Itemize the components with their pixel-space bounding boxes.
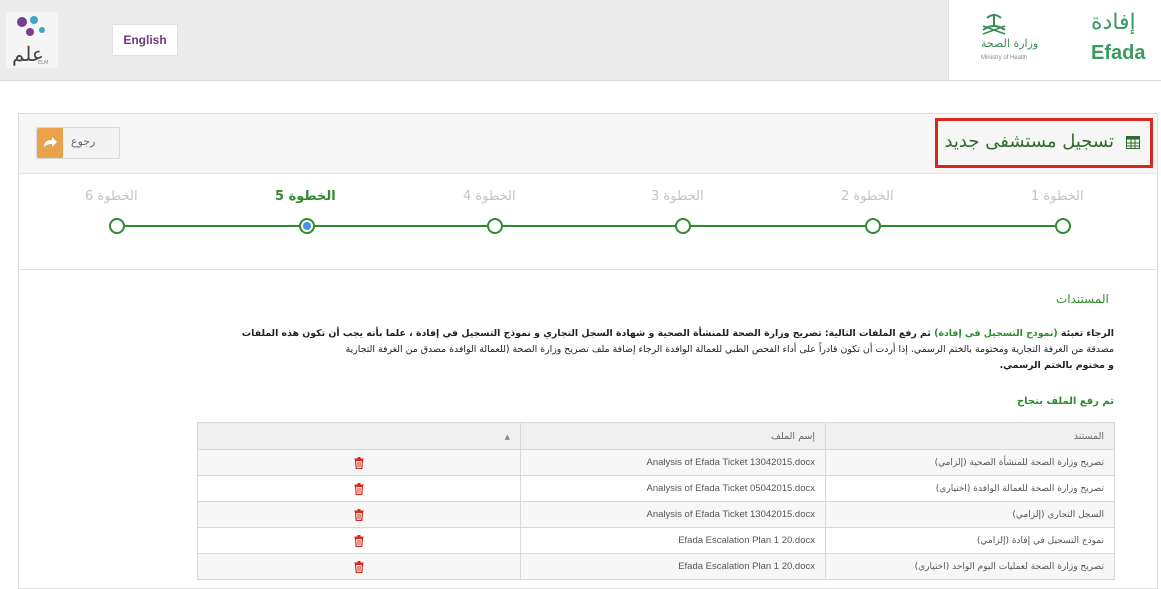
delete-icon[interactable] [354,534,364,547]
step-dot-1[interactable] [1055,218,1071,234]
step-label-5: الخطوة 5 [275,189,336,204]
step-progress-line [117,225,1063,227]
step-label-6: الخطوة 6 [85,189,138,204]
column-action[interactable]: ▲ [197,422,521,450]
panel-header: رجوع تسجيل مستشفى جديد [19,114,1157,174]
back-arrow-icon [37,128,63,158]
table-row: Analysis of Efada Ticket 05042015.docx تص… [197,475,1115,502]
table-row: Efada Escalation Plan 1 20.docx نموذج الت… [197,527,1115,554]
delete-icon[interactable] [354,482,364,495]
step-dot-6[interactable] [109,218,125,234]
row-action-cell [197,475,521,502]
table-row: Analysis of Efada Ticket 13042015.docx تص… [197,449,1115,476]
documents-table: ▲ إسم الملف المستند Analysis of Efada Ti… [197,422,1115,580]
top-bar: علم ELM English وزارة الصحة Ministry of … [0,0,1161,81]
instructions-prefix: الرجاء تعبئة [1057,328,1114,339]
elm-logo: علم ELM [6,12,58,68]
documents-section-title: المستندات [1056,292,1109,306]
row-document: نموذج التسجيل في إفادة (إلزامي) [825,527,1115,554]
row-filename: Efada Escalation Plan 1 20.docx [520,527,826,554]
step-label-2: الخطوة 2 [841,189,894,204]
row-document: تصريح وزارة الصحة للعمالة الوافدة (اختيا… [825,475,1115,502]
elm-logo-sub: ELM [38,60,49,66]
delete-icon[interactable] [354,508,364,521]
step-wizard: الخطوة 1 الخطوة 2 الخطوة 3 الخطوة 4 الخطوة 5… [19,174,1157,270]
language-button[interactable]: English [112,24,178,56]
registration-panel: رجوع تسجيل مستشفى جديد الخطوة 1 الخطوة 2ا… [18,113,1158,589]
elm-logo-mark-icon [17,16,45,36]
table-header-row: ▲ إسم الملف المستند [197,422,1115,450]
table-row: Efada Escalation Plan 1 20.docx تصريح وزا… [197,553,1115,580]
step-label-4: الخطوة 4 [463,189,516,204]
row-filename: Analysis of Efada Ticket 13042015.docx [520,501,826,528]
documents-instructions: الرجاء تعبئة (نموذج التسجيل في إفادة) ثم… [189,326,1114,374]
row-filename: Efada Escalation Plan 1 20.docx [520,553,826,580]
instructions-required: ثم رفع الملفات التالية: تصريح وزارة الصح… [241,328,935,339]
page-title-highlight: تسجيل مستشفى جديد [935,118,1153,168]
row-document: تصريح وزارة الصحة للمنشأة الصحية (إلزامي… [825,449,1115,476]
table-row: Analysis of Efada Ticket 13042015.docx ال… [197,501,1115,528]
instructions-end: و مختوم بالختم الرسمي. [999,360,1114,371]
row-action-cell [197,449,521,476]
upload-success-message: تم رفع الملف بنجاح [1016,396,1114,407]
step-label-1: الخطوة 1 [1031,189,1084,204]
step-label-3: الخطوة 3 [651,189,704,204]
row-action-cell [197,553,521,580]
row-document: تصريح وزارة الصحة لعمليات اليوم الواحد (… [825,553,1115,580]
column-document[interactable]: المستند [825,422,1115,450]
step-dot-2[interactable] [865,218,881,234]
instructions-certification: مصدقة من الغرفة التجارية ومختومة بالختم … [345,344,1114,355]
moh-emblem-icon [982,14,1006,35]
efada-logo-area: وزارة الصحة Ministry of Health إفادة Efa… [948,0,1161,80]
step-dot-5[interactable] [299,218,315,234]
back-label: رجوع [71,135,96,148]
row-action-cell [197,527,521,554]
delete-icon[interactable] [354,456,364,469]
step-dot-3[interactable] [675,218,691,234]
back-button[interactable]: رجوع [36,127,120,159]
moh-name-arabic: وزارة الصحة [981,37,1039,50]
row-action-cell [197,501,521,528]
row-document: السجل التجاري (إلزامي) [825,501,1115,528]
moh-name-english: Ministry of Health [981,55,1028,61]
sort-caret-icon: ▲ [504,432,510,441]
step-dot-4[interactable] [487,218,503,234]
delete-icon[interactable] [354,560,364,573]
efada-logo-english: Efada [1091,42,1146,64]
row-filename: Analysis of Efada Ticket 13042015.docx [520,449,826,476]
row-filename: Analysis of Efada Ticket 05042015.docx [520,475,826,502]
table-icon [1126,136,1140,149]
page-title: تسجيل مستشفى جديد [944,131,1114,152]
registration-form-link[interactable]: (نموذج التسجيل في إفادة) [934,328,1058,339]
efada-logo-arabic: إفادة [1091,10,1136,35]
column-filename[interactable]: إسم الملف [520,422,826,450]
